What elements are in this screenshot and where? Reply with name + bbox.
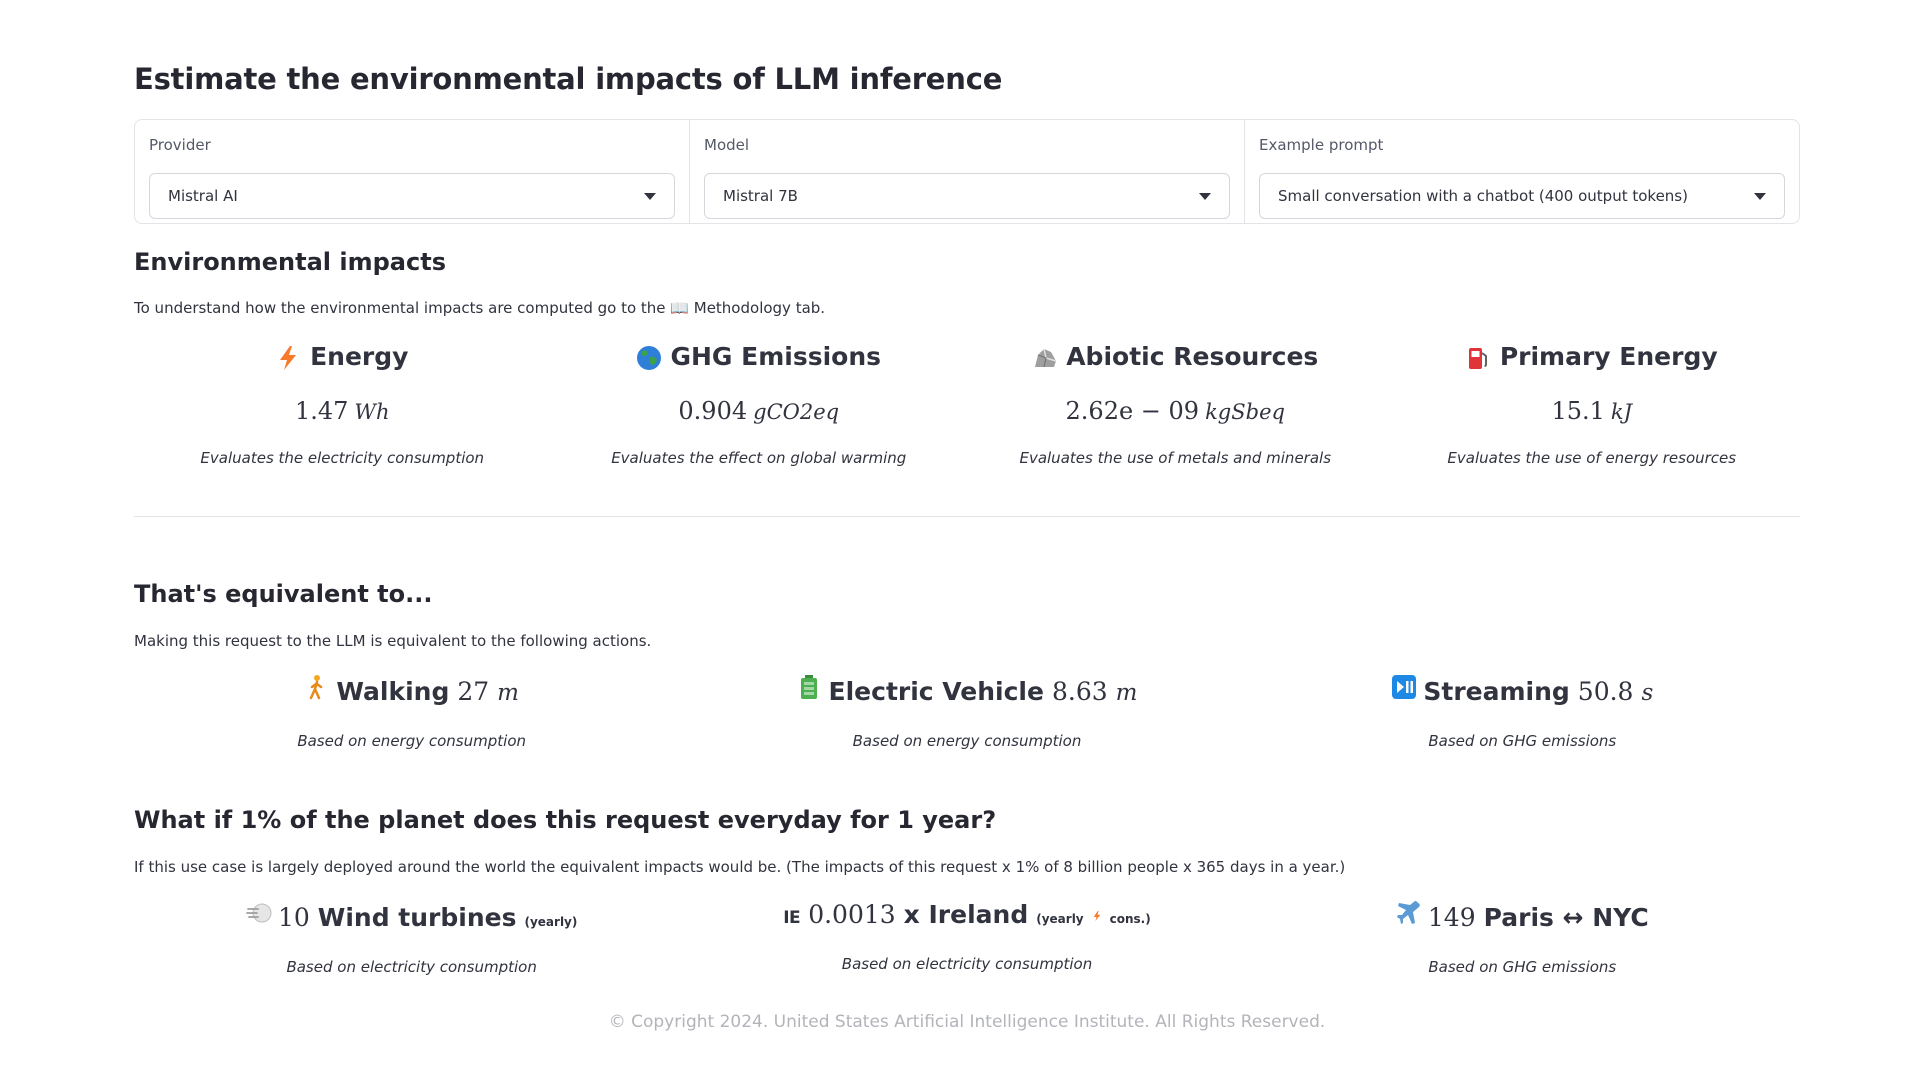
globe-icon [636,345,662,370]
metric-unit: gCO2eq [753,399,840,424]
metric-value: 1.47 [294,396,349,425]
ireland-flag-icon: IE [783,908,801,928]
footer-copyright: © Copyright 2024. United States Artifici… [608,1012,1326,1032]
fuel-pump-icon [1466,345,1490,369]
chevron-down-icon[interactable] [1754,192,1766,200]
planet-heading: What if 1% of the planet does this reque… [134,806,997,834]
equivalent-unit: m [497,680,519,706]
walking-person-icon [304,674,328,700]
chevron-down-icon[interactable] [1199,192,1211,200]
planet-qualifier: (yearly [1036,912,1084,926]
metric-caption: Evaluates the electricity consumption [200,448,485,467]
planet-label: x Ireland [903,900,1029,929]
equivalent-value: 50.8 [1577,677,1634,706]
metric-value: 2.62e − 09 [1065,396,1200,425]
planet-caption: Based on GHG emissions [1428,958,1617,976]
metric-title: Energy [310,342,409,371]
provider-column: Provider Mistral AI [135,120,690,223]
metric-value: 15.1 [1551,396,1605,425]
equivalent-heading: That's equivalent to... [134,580,433,608]
model-label: Model [704,136,750,154]
equivalent-label: Electric Vehicle [828,677,1044,706]
battery-icon [797,674,821,699]
planet-caption: Based on electricity consumption [841,955,1093,973]
metric-title: Primary Energy [1499,342,1718,371]
equivalent-caption: Based on energy consumption [297,732,526,750]
planet-value: 10 [277,903,310,932]
metric-caption: Evaluates the use of energy resources [1447,448,1737,467]
equivalent-unit: s [1641,680,1654,706]
provider-select-value: Mistral AI [168,187,238,205]
provider-label: Provider [149,136,211,154]
metric-energy: Energy 1.47 Wh Evaluates the electricity … [134,342,551,467]
equivalent-description: Making this request to the LLM is equiva… [134,632,652,650]
planet-caption: Based on electricity consumption [286,958,537,976]
impacts-description: To understand how the environmental impa… [134,299,826,317]
metric-unit: kJ [1610,399,1633,424]
planet-items: 10 Wind turbines (yearly) Based on elect… [134,900,1800,976]
metric-value: 0.904 [678,396,748,425]
selector-panel: Provider Mistral AI Model Mistral 7B Exa… [134,119,1800,224]
equivalent-value: 8.63 [1051,677,1108,706]
play-pause-icon [1391,674,1417,699]
equivalent-value: 27 [457,677,490,706]
planet-value: 149 [1427,903,1476,932]
rock-icon [1032,345,1057,369]
equivalent-unit: m [1115,680,1138,706]
page-title: Estimate the environmental impacts of LL… [134,62,1003,96]
equivalent-ev: Electric Vehicle 8.63 m Based on energy … [689,674,1244,750]
model-select-value: Mistral 7B [723,187,798,205]
metric-title: GHG Emissions [670,342,882,371]
lightning-icon [1092,900,1102,921]
planet-label: Wind turbines [317,903,517,932]
metric-caption: Evaluates the use of metals and minerals [1019,448,1332,467]
planet-qualifier: (yearly) [524,915,578,929]
equivalent-streaming: Streaming 50.8 s Based on GHG emissions [1245,674,1800,750]
impacts-metrics: Energy 1.47 Wh Evaluates the electricity … [134,342,1800,467]
planet-label: Paris ↔ NYC [1483,903,1649,932]
planet-flights: 149 Paris ↔ NYC Based on GHG emissions [1245,900,1800,976]
equivalent-caption: Based on GHG emissions [1428,732,1617,750]
metric-unit: kgSbeq [1205,399,1285,424]
chevron-down-icon[interactable] [644,192,656,200]
planet-qualifier-2: cons.) [1109,912,1151,926]
equivalent-items: Walking 27 m Based on energy consumption… [134,674,1800,750]
equivalent-walking: Walking 27 m Based on energy consumption [134,674,689,750]
planet-ireland: IE 0.0013 x Ireland (yearly cons.) Based… [689,900,1244,976]
equivalent-caption: Based on energy consumption [852,732,1082,750]
app-page: Estimate the environmental impacts of LL… [0,0,1920,1080]
planet-description: If this use case is largely deployed aro… [134,858,1346,876]
section-divider [134,516,1800,517]
wind-icon [246,900,272,924]
planet-value: 0.0013 [808,900,896,929]
equivalent-label: Streaming [1423,677,1570,706]
metric-unit: Wh [354,399,390,424]
metric-ghg: GHG Emissions 0.904 gCO2eq Evaluates the … [551,342,968,467]
planet-wind: 10 Wind turbines (yearly) Based on elect… [134,900,689,976]
metric-title: Abiotic Resources [1066,342,1319,371]
metric-primary-energy: Primary Energy 15.1 kJ Evaluates the use … [1384,342,1801,467]
equivalent-label: Walking [336,677,450,706]
model-column: Model Mistral 7B [690,120,1245,223]
model-select[interactable]: Mistral 7B [704,173,1230,219]
airplane-icon [1396,900,1420,924]
prompt-column: Example prompt Small conversation with a… [1245,120,1799,223]
prompt-label: Example prompt [1259,136,1384,154]
lightning-icon [276,345,300,370]
metric-caption: Evaluates the effect on global warming [611,448,907,467]
metric-abiotic: Abiotic Resources 2.62e − 09 kgSbeq Evalu… [967,342,1384,467]
provider-select[interactable]: Mistral AI [149,173,675,219]
prompt-select[interactable]: Small conversation with a chatbot (400 o… [1259,173,1785,219]
prompt-select-value: Small conversation with a chatbot (400 o… [1278,187,1688,205]
impacts-heading: Environmental impacts [134,248,446,276]
